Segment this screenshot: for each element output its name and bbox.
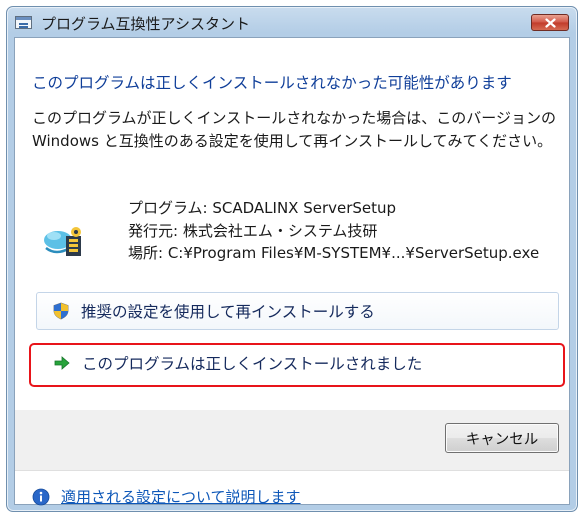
cancel-button[interactable]: キャンセル [445,423,559,453]
help-row: 適用される設定について説明します [32,486,301,507]
title-bar[interactable]: プログラム互換性アシスタント [7,7,577,37]
installed-option-label: このプログラムは正しくインストールされました [82,355,423,373]
help-link[interactable]: 適用される設定について説明します [61,486,301,507]
footer-divider [15,470,569,471]
close-icon [544,17,556,28]
window-app-icon [15,16,32,29]
info-icon [32,488,50,505]
window-title: プログラム互換性アシスタント [41,15,250,33]
dialog-content: このプログラムは正しくインストールされなかった可能性があります このプログラムが… [14,37,570,507]
dialog-description: このプログラムが正しくインストールされなかった場合は、このバージョンの Wind… [32,109,556,150]
uac-shield-icon [53,302,69,320]
program-location: 場所: C:¥Program Files¥M-SYSTEM¥...¥Server… [128,244,540,262]
program-gear-icon [44,227,81,256]
program-name: プログラム: SCADALINX ServerSetup [128,199,397,217]
reinstall-option-label: 推奨の設定を使用して再インストールする [81,303,375,321]
program-info: プログラム: SCADALINX ServerSetup 発行元: 株式会社エム… [128,197,539,265]
reinstall-recommended-option[interactable]: 推奨の設定を使用して再インストールする [36,292,559,330]
program-publisher: 発行元: 株式会社エム・システム技研 [128,221,378,240]
close-button[interactable] [531,14,569,31]
compatibility-assistant-window: プログラム互換性アシスタント このプログラムは正しくインストールされなかった可能… [6,6,578,512]
dialog-heading: このプログラムは正しくインストールされなかった可能性があります [32,74,512,92]
installed-correctly-option[interactable]: このプログラムは正しくインストールされました [36,344,559,382]
green-arrow-icon [54,356,70,370]
